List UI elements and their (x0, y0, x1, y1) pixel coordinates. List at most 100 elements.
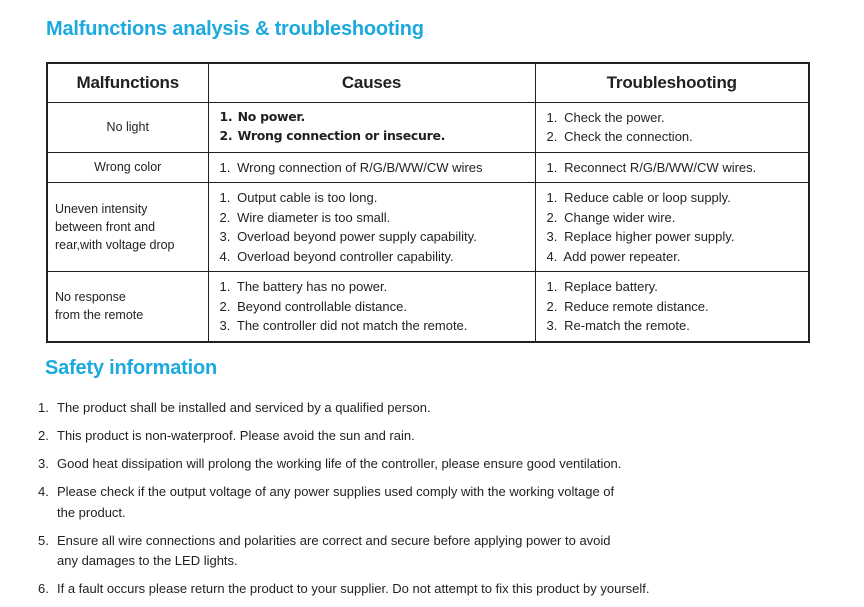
causes-cell: 1. The battery has no power. 2. Beyond co… (207, 271, 536, 341)
item-number: 1. (219, 279, 231, 294)
safety-item-text: Please check if the output voltage of an… (57, 482, 838, 522)
safety-item-number: 2. (38, 428, 49, 444)
safety-list-item: 4. Please check if the output voltage of … (38, 482, 838, 522)
malfunction-line: between front and (55, 219, 156, 234)
safety-item-text: Good heat dissipation will prolong the w… (57, 454, 838, 474)
cause-item-text: Overload beyond controller capability. (237, 248, 454, 264)
troubleshooting-item: 1. Check the power. (547, 108, 803, 128)
item-number: 1. (219, 190, 231, 205)
safety-item-line: If a fault occurs please return the prod… (57, 580, 650, 596)
troubleshooting-cell: 1. Reduce cable or loop supply. 2. Change… (534, 182, 808, 272)
causes-list: 1. Output cable is too long. 2. Wire diam… (220, 188, 529, 266)
malfunction-line: Wrong color (94, 160, 162, 175)
troubleshooting-item-text: Reconnect R/G/B/WW/CW wires. (564, 159, 757, 175)
troubleshooting-item: 2. Check the connection. (547, 127, 803, 147)
column-header-causes: Causes (207, 64, 536, 103)
malfunction-cell: Uneven intensity between front and rear,wi… (48, 182, 209, 272)
cause-item: 4. Overload beyond controller capability… (220, 247, 529, 267)
cause-item: 3. Overload beyond power supply capabili… (220, 227, 529, 247)
page-title-safety: Safety information (45, 357, 217, 379)
safety-list-item: 2. This product is non-waterproof. Please… (38, 426, 838, 446)
malfunction-cell: Wrong color (48, 151, 209, 183)
safety-item-line: Please check if the output voltage of an… (57, 484, 615, 500)
troubleshooting-item-text: Replace higher power supply. (564, 229, 735, 244)
troubleshooting-item: 1. Replace battery. (547, 277, 803, 297)
safety-item-line: any damages to the LED lights. (57, 552, 238, 568)
safety-list-item: 5. Ensure all wire connections and polari… (38, 531, 838, 571)
troubleshooting-item-text: Reduce cable or loop supply. (564, 190, 731, 205)
malfunctions-table-container: Malfunctions Causes Troubleshooting No l… (46, 62, 810, 343)
item-number: 1. (219, 109, 233, 125)
column-header-malfunctions: Malfunctions (48, 64, 209, 103)
troubleshooting-item-text: Replace battery. (564, 279, 658, 294)
item-number: 1. (219, 159, 231, 175)
safety-item-line: The product shall be installed and servi… (57, 400, 431, 415)
malfunction-line: from the remote (55, 308, 144, 323)
item-number: 2. (219, 298, 231, 314)
safety-item-text: The product shall be installed and servi… (57, 398, 838, 418)
cause-item-text: Wrong connection of R/G/B/WW/CW wires (237, 159, 483, 175)
malfunction-line: No light (106, 119, 149, 134)
cause-item-text: Beyond controllable distance. (237, 298, 407, 314)
safety-item-text: If a fault occurs please return the prod… (57, 579, 838, 599)
cause-item-text: Wrong connection or insecure. (237, 128, 446, 143)
item-number: 4. (546, 248, 558, 264)
cause-item: 1. Output cable is too long. (220, 188, 529, 208)
causes-cell: 1. Wrong connection of R/G/B/WW/CW wires (207, 151, 536, 183)
table-header: Malfunctions Causes Troubleshooting (48, 64, 808, 103)
item-number: 1. (546, 279, 558, 294)
table-row: No light 1. No power. 2. Wrong connection … (48, 101, 808, 153)
safety-item-number: 5. (38, 532, 49, 548)
troubleshooting-item: 2. Change wider wire. (547, 208, 803, 228)
troubleshooting-list: 1. Reconnect R/G/B/WW/CW wires. (547, 158, 803, 178)
item-number: 2. (219, 128, 233, 143)
troubleshooting-cell: 1. Replace battery. 2. Reduce remote dist… (534, 271, 808, 341)
item-number: 2. (546, 129, 558, 144)
safety-item-number: 6. (38, 580, 49, 596)
item-number: 4. (219, 248, 231, 264)
cause-item: 1. No power. (220, 108, 529, 127)
item-number: 2. (546, 209, 558, 225)
malfunction-cell: No light (48, 101, 209, 153)
troubleshooting-list: 1. Reduce cable or loop supply. 2. Change… (547, 188, 803, 266)
safety-item-line: Good heat dissipation will prolong the w… (57, 456, 622, 472)
cause-item-text: No power. (237, 109, 306, 125)
troubleshooting-cell: 1. Reconnect R/G/B/WW/CW wires. (534, 151, 808, 183)
cause-item: 2. Wire diameter is too small. (220, 208, 529, 228)
item-number: 3. (546, 229, 558, 244)
cause-item: 1. The battery has no power. (220, 277, 529, 297)
malfunction-line: rear,with voltage drop (55, 238, 175, 253)
safety-item-line: the product. (57, 504, 126, 520)
safety-item-number: 3. (38, 456, 49, 472)
troubleshooting-item: 3. Replace higher power supply. (547, 227, 803, 247)
page-title-malfunctions: Malfunctions analysis & troubleshooting (46, 18, 424, 40)
cause-item-text: The controller did not match the remote. (236, 318, 468, 333)
troubleshooting-item: 3. Re-match the remote. (547, 316, 803, 336)
safety-item-number: 1. (38, 400, 49, 415)
causes-cell: 1. No power. 2. Wrong connection or insec… (207, 101, 536, 153)
causes-list: 1. No power. 2. Wrong connection or insec… (220, 108, 529, 146)
safety-list-item: 1. The product shall be installed and ser… (38, 398, 838, 418)
troubleshooting-list: 1. Replace battery. 2. Reduce remote dist… (547, 277, 803, 336)
cause-item: 2. Wrong connection or insecure. (220, 127, 529, 146)
cause-item-text: Overload beyond power supply capability. (237, 229, 477, 244)
cause-item: 1. Wrong connection of R/G/B/WW/CW wires (220, 158, 529, 178)
causes-list: 1. The battery has no power. 2. Beyond co… (220, 277, 529, 336)
table-row: No response from the remote 1. The battery… (48, 271, 808, 341)
item-number: 2. (219, 209, 231, 225)
troubleshooting-item-text: Change wider wire. (564, 209, 676, 225)
item-number: 3. (546, 318, 558, 333)
table-body: No light 1. No power. 2. Wrong connection … (48, 101, 808, 341)
item-number: 2. (546, 298, 558, 314)
safety-list-item: 6. If a fault occurs please return the pr… (38, 579, 838, 599)
troubleshooting-item-text: Check the power. (564, 109, 665, 125)
safety-information-list: 1. The product shall be installed and ser… (38, 398, 838, 607)
table-header-row: Malfunctions Causes Troubleshooting (48, 64, 808, 103)
troubleshooting-item-text: Check the connection. (564, 129, 693, 144)
troubleshooting-cell: 1. Check the power. 2. Check the connecti… (534, 101, 808, 153)
troubleshooting-item-text: Re-match the remote. (564, 318, 690, 333)
table-row: Wrong color 1. Wrong connection of R/G/B/… (48, 151, 808, 183)
safety-item-text: Ensure all wire connections and polariti… (57, 531, 838, 571)
item-number: 3. (219, 229, 231, 244)
safety-item-text: This product is non-waterproof. Please a… (57, 426, 838, 446)
